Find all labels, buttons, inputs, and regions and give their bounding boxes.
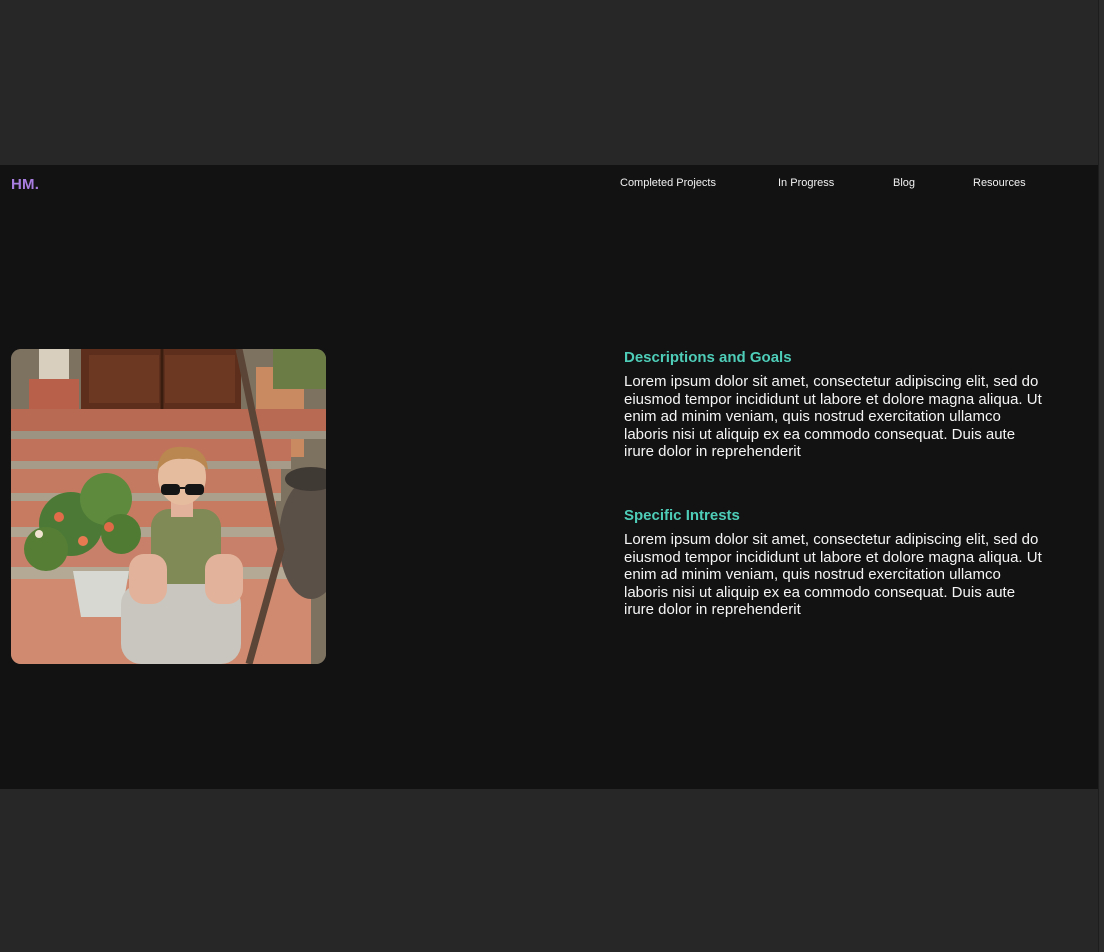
navbar: HM. Completed Projects In Progress Blog …: [0, 165, 1098, 205]
section-body: Lorem ipsum dolor sit amet, consectetur …: [624, 531, 1042, 619]
section-title: Specific Intrests: [624, 507, 740, 524]
nav-link-in-progress[interactable]: In Progress: [778, 177, 834, 189]
portfolio-page: HM. Completed Projects In Progress Blog …: [0, 165, 1098, 789]
portrait-photo-illustration: [11, 349, 326, 664]
portrait-photo: [11, 349, 326, 664]
section-specific-interests: Specific Intrests Lorem ipsum dolor sit …: [624, 507, 1044, 619]
browser-viewport: HM. Completed Projects In Progress Blog …: [0, 0, 1104, 952]
section-body: Lorem ipsum dolor sit amet, consectetur …: [624, 373, 1042, 461]
section-descriptions-and-goals: Descriptions and Goals Lorem ipsum dolor…: [624, 349, 1044, 461]
scrollbar[interactable]: [1098, 0, 1104, 952]
section-title: Descriptions and Goals: [624, 349, 792, 366]
nav-link-resources[interactable]: Resources: [973, 177, 1026, 189]
nav-link-completed-projects[interactable]: Completed Projects: [620, 177, 716, 189]
nav-link-blog[interactable]: Blog: [893, 177, 915, 189]
logo[interactable]: HM.: [11, 176, 39, 193]
